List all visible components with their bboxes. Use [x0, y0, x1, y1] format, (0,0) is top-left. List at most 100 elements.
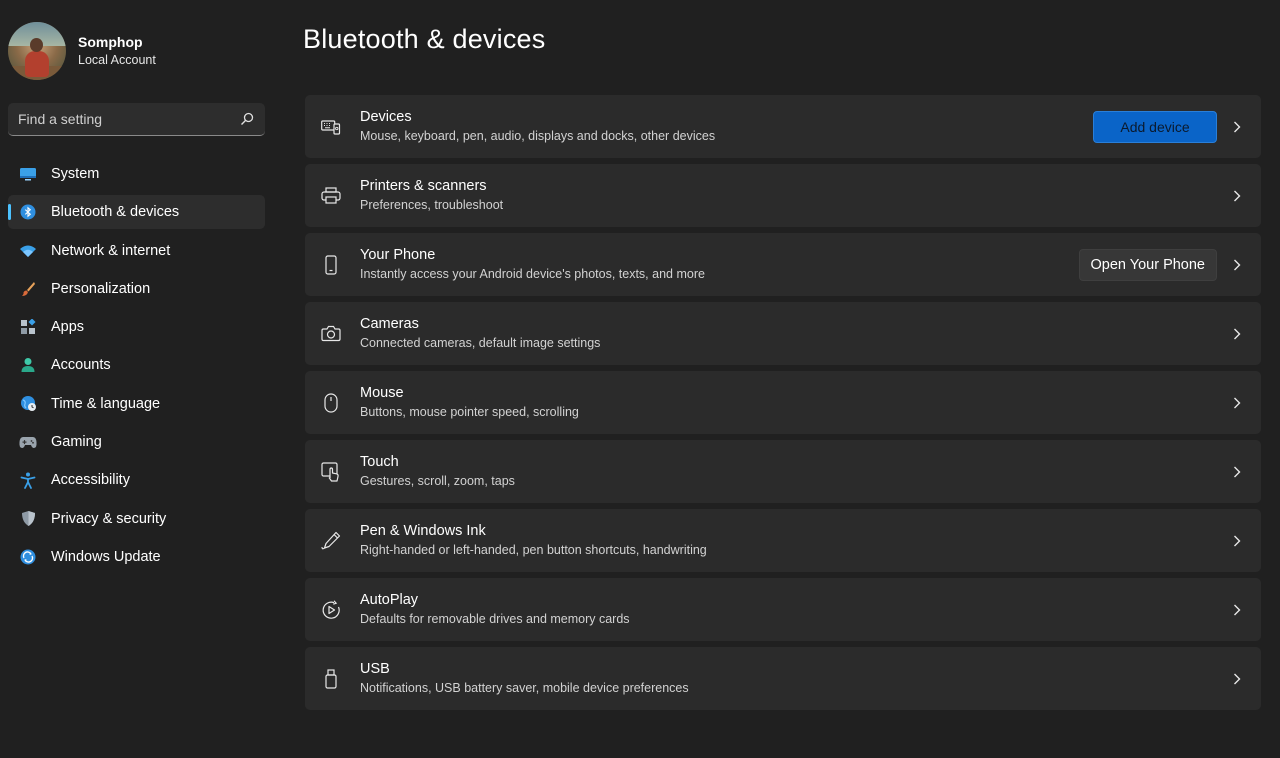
page-title: Bluetooth & devices	[303, 24, 546, 54]
devices-icon	[321, 117, 341, 137]
person-icon	[18, 355, 38, 375]
open-your-phone-button[interactable]: Open Your Phone	[1078, 248, 1217, 281]
card-title: Cameras	[360, 316, 419, 332]
profile-account-type: Local Account	[78, 53, 156, 67]
sidebar-item-label: Accounts	[51, 357, 111, 374]
card-text: USB Notifications, USB battery saver, mo…	[360, 660, 1217, 697]
card-text: Cameras Connected cameras, default image…	[360, 315, 1217, 352]
card-text: Touch Gestures, scroll, zoom, taps	[360, 453, 1217, 490]
pen-icon	[321, 531, 341, 551]
sidebar-nav: System Bluetooth & devices Network & int…	[8, 157, 265, 578]
sidebar: Somphop Local Account Find a setting Sys…	[0, 0, 280, 758]
card-mouse[interactable]: Mouse Buttons, mouse pointer speed, scro…	[305, 371, 1261, 434]
card-text: Your Phone Instantly access your Android…	[360, 246, 1079, 283]
sidebar-item-label: Accessibility	[51, 472, 130, 489]
card-autoplay[interactable]: AutoPlay Defaults for removable drives a…	[305, 578, 1261, 641]
card-subtitle: Notifications, USB battery saver, mobile…	[360, 681, 689, 695]
sidebar-item-time-language[interactable]: Time & language	[8, 387, 265, 421]
card-subtitle: Preferences, troubleshoot	[360, 198, 504, 212]
card-text: Mouse Buttons, mouse pointer speed, scro…	[360, 384, 1217, 421]
chevron-right-icon[interactable]	[1229, 464, 1245, 480]
sidebar-item-label: Network & internet	[51, 242, 171, 259]
sidebar-item-label: Personalization	[51, 280, 151, 297]
chevron-right-icon[interactable]	[1229, 602, 1245, 618]
user-profile[interactable]: Somphop Local Account	[8, 22, 156, 80]
card-title: Touch	[360, 454, 399, 470]
camera-icon	[321, 324, 341, 344]
profile-text: Somphop Local Account	[78, 33, 156, 69]
update-icon	[18, 547, 38, 567]
sidebar-item-windows-update[interactable]: Windows Update	[8, 540, 265, 574]
sidebar-item-gaming[interactable]: Gaming	[8, 425, 265, 459]
apps-icon	[18, 317, 38, 337]
sidebar-item-label: Bluetooth & devices	[51, 204, 180, 221]
card-title: Devices	[360, 109, 412, 125]
card-title: AutoPlay	[360, 592, 419, 608]
card-pen-windows-ink[interactable]: Pen & Windows Ink Right-handed or left-h…	[305, 509, 1261, 572]
system-icon	[18, 164, 38, 184]
chevron-right-icon[interactable]	[1229, 326, 1245, 342]
touch-icon	[321, 461, 341, 482]
card-subtitle: Defaults for removable drives and memory…	[360, 612, 630, 626]
card-subtitle: Mouse, keyboard, pen, audio, displays an…	[360, 129, 716, 143]
card-printers-scanners[interactable]: Printers & scanners Preferences, trouble…	[305, 164, 1261, 227]
chevron-right-icon[interactable]	[1229, 119, 1245, 135]
card-subtitle: Connected cameras, default image setting…	[360, 336, 601, 350]
brush-icon	[18, 279, 38, 299]
sidebar-item-bluetooth-devices[interactable]: Bluetooth & devices	[8, 195, 265, 230]
gamepad-icon	[18, 432, 38, 452]
card-your-phone[interactable]: Your Phone Instantly access your Android…	[305, 233, 1261, 296]
card-touch[interactable]: Touch Gestures, scroll, zoom, taps	[305, 440, 1261, 503]
chevron-right-icon[interactable]	[1229, 671, 1245, 687]
chevron-right-icon[interactable]	[1229, 533, 1245, 549]
settings-list: Devices Mouse, keyboard, pen, audio, dis…	[305, 95, 1261, 716]
mouse-icon	[321, 392, 341, 413]
card-text: Devices Mouse, keyboard, pen, audio, dis…	[360, 108, 1093, 145]
sidebar-item-label: Time & language	[51, 395, 161, 412]
bluetooth-icon	[18, 202, 38, 222]
printer-icon	[321, 186, 341, 206]
phone-icon	[321, 254, 341, 275]
sidebar-item-label: System	[51, 166, 100, 182]
card-text: Printers & scanners Preferences, trouble…	[360, 177, 1217, 214]
card-subtitle: Instantly access your Android device's p…	[360, 267, 705, 281]
sidebar-item-label: Apps	[51, 319, 85, 336]
sidebar-item-accounts[interactable]: Accounts	[8, 348, 265, 382]
sidebar-item-label: Gaming	[51, 434, 102, 451]
sidebar-item-system[interactable]: System	[8, 157, 265, 191]
chevron-right-icon[interactable]	[1229, 395, 1245, 411]
search-placeholder[interactable]: Find a setting	[18, 111, 239, 127]
card-subtitle: Gestures, scroll, zoom, taps	[360, 474, 515, 488]
card-usb[interactable]: USB Notifications, USB battery saver, mo…	[305, 647, 1261, 710]
sidebar-item-network[interactable]: Network & internet	[8, 234, 265, 268]
wifi-icon	[18, 241, 38, 261]
card-subtitle: Buttons, mouse pointer speed, scrolling	[360, 405, 579, 419]
card-text: Pen & Windows Ink Right-handed or left-h…	[360, 522, 1217, 559]
card-title: USB	[360, 661, 390, 677]
sidebar-item-label: Windows Update	[51, 548, 161, 565]
card-cameras[interactable]: Cameras Connected cameras, default image…	[305, 302, 1261, 365]
autoplay-icon	[321, 599, 341, 620]
sidebar-item-label: Privacy & security	[51, 510, 167, 527]
card-subtitle: Right-handed or left-handed, pen button …	[360, 543, 707, 557]
search-icon[interactable]	[239, 111, 255, 127]
accessibility-icon	[18, 470, 38, 490]
sidebar-item-privacy-security[interactable]: Privacy & security	[8, 502, 265, 536]
search-input[interactable]: Find a setting	[8, 103, 265, 136]
card-text: AutoPlay Defaults for removable drives a…	[360, 591, 1217, 628]
sidebar-item-apps[interactable]: Apps	[8, 310, 265, 344]
usb-icon	[321, 668, 341, 689]
chevron-right-icon[interactable]	[1229, 188, 1245, 204]
sidebar-item-accessibility[interactable]: Accessibility	[8, 463, 265, 497]
add-device-button[interactable]: Add device	[1093, 110, 1217, 143]
shield-icon	[18, 509, 38, 529]
chevron-right-icon[interactable]	[1229, 257, 1245, 273]
profile-name: Somphop	[78, 34, 143, 50]
card-title: Mouse	[360, 385, 404, 401]
globe-clock-icon	[18, 394, 38, 414]
sidebar-item-personalization[interactable]: Personalization	[8, 272, 265, 306]
card-devices[interactable]: Devices Mouse, keyboard, pen, audio, dis…	[305, 95, 1261, 158]
card-title: Your Phone	[360, 247, 436, 263]
avatar[interactable]	[8, 22, 66, 80]
card-title: Printers & scanners	[360, 178, 487, 194]
